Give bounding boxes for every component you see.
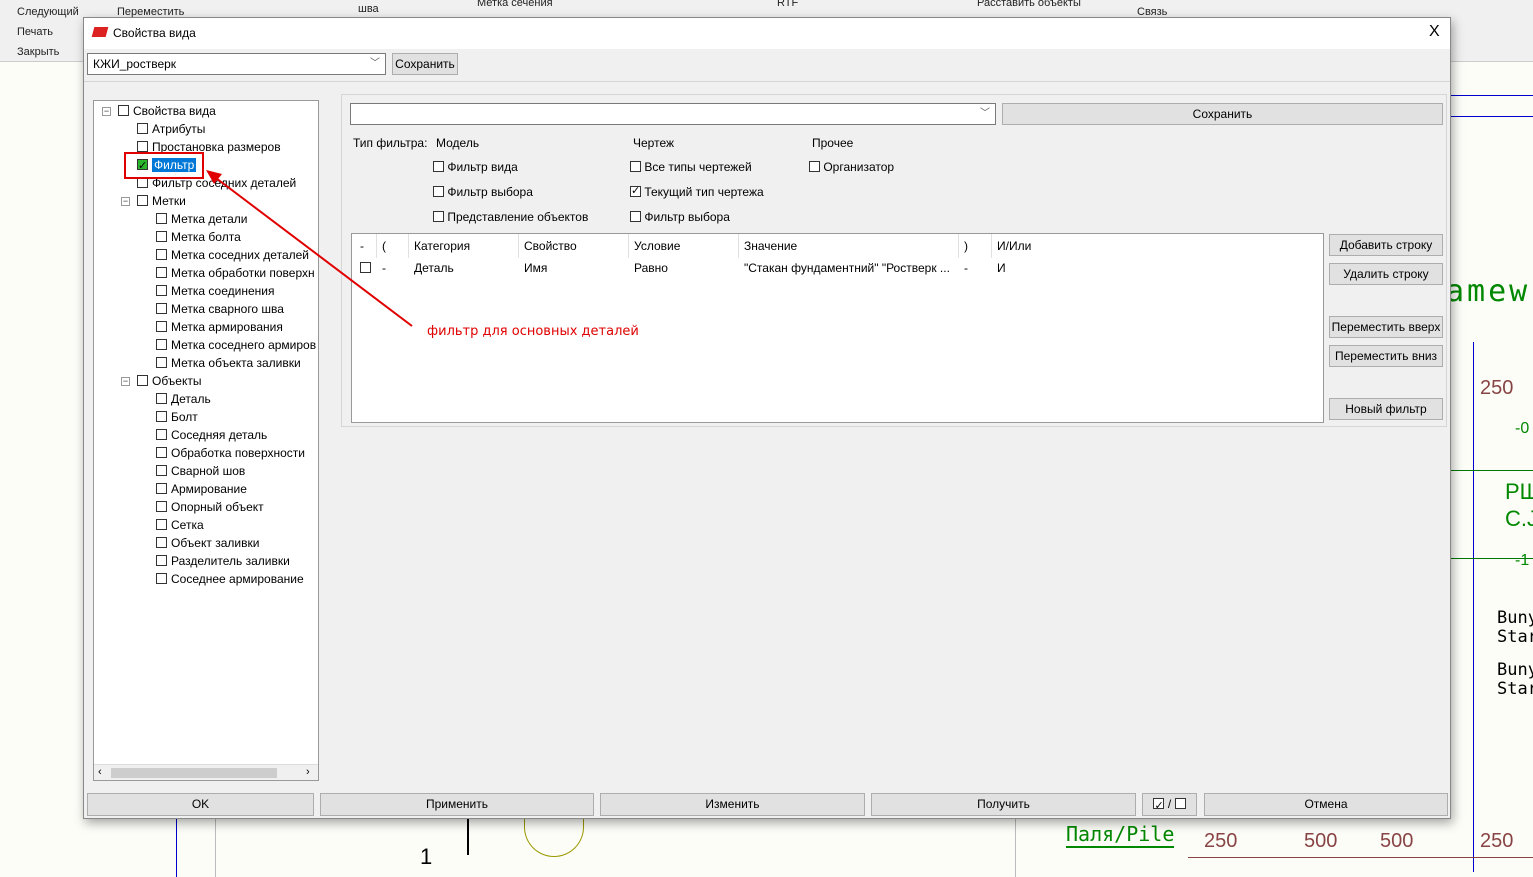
annotation-arrow <box>206 170 413 327</box>
annotation-text: фильтр для основных деталей <box>427 324 639 339</box>
